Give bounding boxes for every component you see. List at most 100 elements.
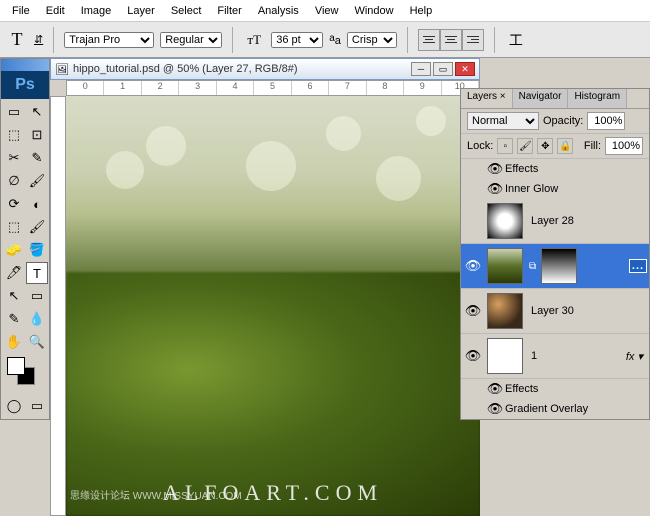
mask-thumbnail[interactable] [541,248,577,284]
layer-row-selected[interactable]: 👁 ⧉ ... [461,244,649,289]
path-select-tool[interactable]: ↖ [3,285,25,307]
close-button[interactable]: ✕ [455,62,475,76]
options-bar: T ⇵ Trajan Pro Regular тT 36 pt aa Crisp… [0,22,650,58]
minimize-button[interactable]: ─ [411,62,431,76]
fx-badge[interactable]: fx ▾ [622,350,647,363]
warp-text-icon[interactable]: 工 [505,30,527,50]
lasso-tool[interactable]: ⬚ [3,124,25,146]
crop-tool[interactable]: ✂ [3,147,25,169]
bokeh-blur [326,116,361,151]
effects-row[interactable]: 👁 Effects [461,159,649,179]
lock-pixels-icon[interactable]: 🖌 [517,138,533,154]
canvas[interactable]: 思缘设计论坛 WWW.MISSYUAN.COM ALFOART.COM [66,96,480,516]
menu-analysis[interactable]: Analysis [250,2,307,20]
visibility-icon[interactable]: 👁 [485,181,505,197]
lock-all-icon[interactable]: 🔒 [557,138,573,154]
menu-filter[interactable]: Filter [209,2,249,20]
type-tool[interactable]: T [26,262,48,284]
font-size-select[interactable]: 36 pt [271,32,323,48]
history-brush-tool[interactable]: ◐ [26,193,48,215]
gradient-tool[interactable]: 🖌 [26,216,48,238]
toolbox-handle[interactable] [1,59,49,71]
dodge-tool[interactable]: 🪣 [26,239,48,261]
document-title: hippo_tutorial.psd @ 50% (Layer 27, RGB/… [73,63,411,75]
menu-select[interactable]: Select [163,2,210,20]
text-orientation-icon[interactable]: ⇵ [34,33,43,46]
antialias-select[interactable]: Crisp [347,32,397,48]
screenmode-toggle[interactable]: ▭ [26,395,48,417]
stamp-tool[interactable]: ⟳ [3,193,25,215]
font-family-select[interactable]: Trajan Pro [64,32,154,48]
slice-tool[interactable]: ✎ [26,147,48,169]
layer-thumbnail[interactable] [487,203,523,239]
toolbox: Ps ▭ ↖ ⬚ ⊡ ✂ ✎ ∅ 🖌 ⟳ ◐ ⬚ 🖌 🧽 🪣 🖊 T ↖ ▭ ✎… [0,58,50,420]
menu-window[interactable]: Window [346,2,401,20]
layer-row[interactable]: 👁 Layer 30 [461,289,649,334]
hand-tool[interactable]: ✋ [3,331,25,353]
lock-position-icon[interactable]: ✥ [537,138,553,154]
effects-row[interactable]: 👁 Effects [461,379,649,399]
align-left-button[interactable] [418,29,440,51]
layer-name[interactable]: Layer 28 [527,215,647,227]
align-center-button[interactable] [440,29,462,51]
ruler-horizontal[interactable]: 012345678910 [66,80,480,96]
type-tool-icon: T [6,29,28,50]
blend-mode-select[interactable]: Normal [467,112,539,130]
layer-row[interactable]: 👁 1 fx ▾ [461,334,649,379]
layer-expand-icon[interactable]: ... [629,259,647,273]
quickmask-toggle[interactable]: ◯ [3,395,25,417]
font-weight-select[interactable]: Regular [160,32,222,48]
layer-name[interactable]: 1 [527,350,622,362]
move-tool[interactable]: ↖ [26,101,48,123]
font-size-icon: тT [243,32,265,48]
tab-layers[interactable]: Layers × [461,89,513,108]
layer-row[interactable]: Layer 28 [461,199,649,244]
shape-tool[interactable]: ▭ [26,285,48,307]
blur-tool[interactable]: 🧽 [3,239,25,261]
layer-name[interactable]: Layer 30 [527,305,647,317]
foreground-color[interactable] [7,357,25,375]
align-right-button[interactable] [462,29,484,51]
menu-help[interactable]: Help [402,2,441,20]
eyedropper-tool[interactable]: 💧 [26,308,48,330]
menu-edit[interactable]: Edit [38,2,73,20]
gradient-overlay-row[interactable]: 👁 Gradient Overlay [461,399,649,419]
aa-label: aa [329,33,341,47]
document-titlebar[interactable]: 🖼 hippo_tutorial.psd @ 50% (Layer 27, RG… [50,58,480,80]
menu-image[interactable]: Image [73,2,120,20]
lock-transparency-icon[interactable]: ▫ [497,138,513,154]
pen-tool[interactable]: 🖊 [3,262,25,284]
lock-label: Lock: [467,140,493,152]
tab-histogram[interactable]: Histogram [568,89,627,108]
opacity-input[interactable] [587,112,625,130]
ruler-vertical[interactable] [50,96,66,516]
visibility-icon[interactable]: 👁 [463,348,483,364]
notes-tool[interactable]: ✎ [3,308,25,330]
visibility-icon[interactable]: 👁 [485,401,505,417]
heal-tool[interactable]: ∅ [3,170,25,192]
menu-file[interactable]: File [4,2,38,20]
layers-panel: Layers × Navigator Histogram Normal Opac… [460,88,650,420]
menu-layer[interactable]: Layer [119,2,163,20]
opacity-label: Opacity: [543,115,583,127]
wand-tool[interactable]: ⊡ [26,124,48,146]
layer-thumbnail[interactable] [487,248,523,284]
inner-glow-row[interactable]: 👁 Inner Glow [461,179,649,199]
eraser-tool[interactable]: ⬚ [3,216,25,238]
fill-input[interactable] [605,137,643,155]
visibility-icon[interactable]: 👁 [485,161,505,177]
menu-view[interactable]: View [307,2,347,20]
layer-thumbnail[interactable] [487,293,523,329]
maximize-button[interactable]: ▭ [433,62,453,76]
visibility-icon[interactable]: 👁 [463,258,483,274]
mask-link-icon[interactable]: ⧉ [527,261,537,272]
bokeh-blur [416,106,446,136]
brush-tool[interactable]: 🖌 [26,170,48,192]
menu-bar: File Edit Image Layer Select Filter Anal… [0,0,650,22]
marquee-tool[interactable]: ▭ [3,101,25,123]
layer-thumbnail[interactable] [487,338,523,374]
tab-navigator[interactable]: Navigator [513,89,569,108]
visibility-icon[interactable]: 👁 [463,303,483,319]
visibility-icon[interactable]: 👁 [485,381,505,397]
zoom-tool[interactable]: 🔍 [26,331,48,353]
